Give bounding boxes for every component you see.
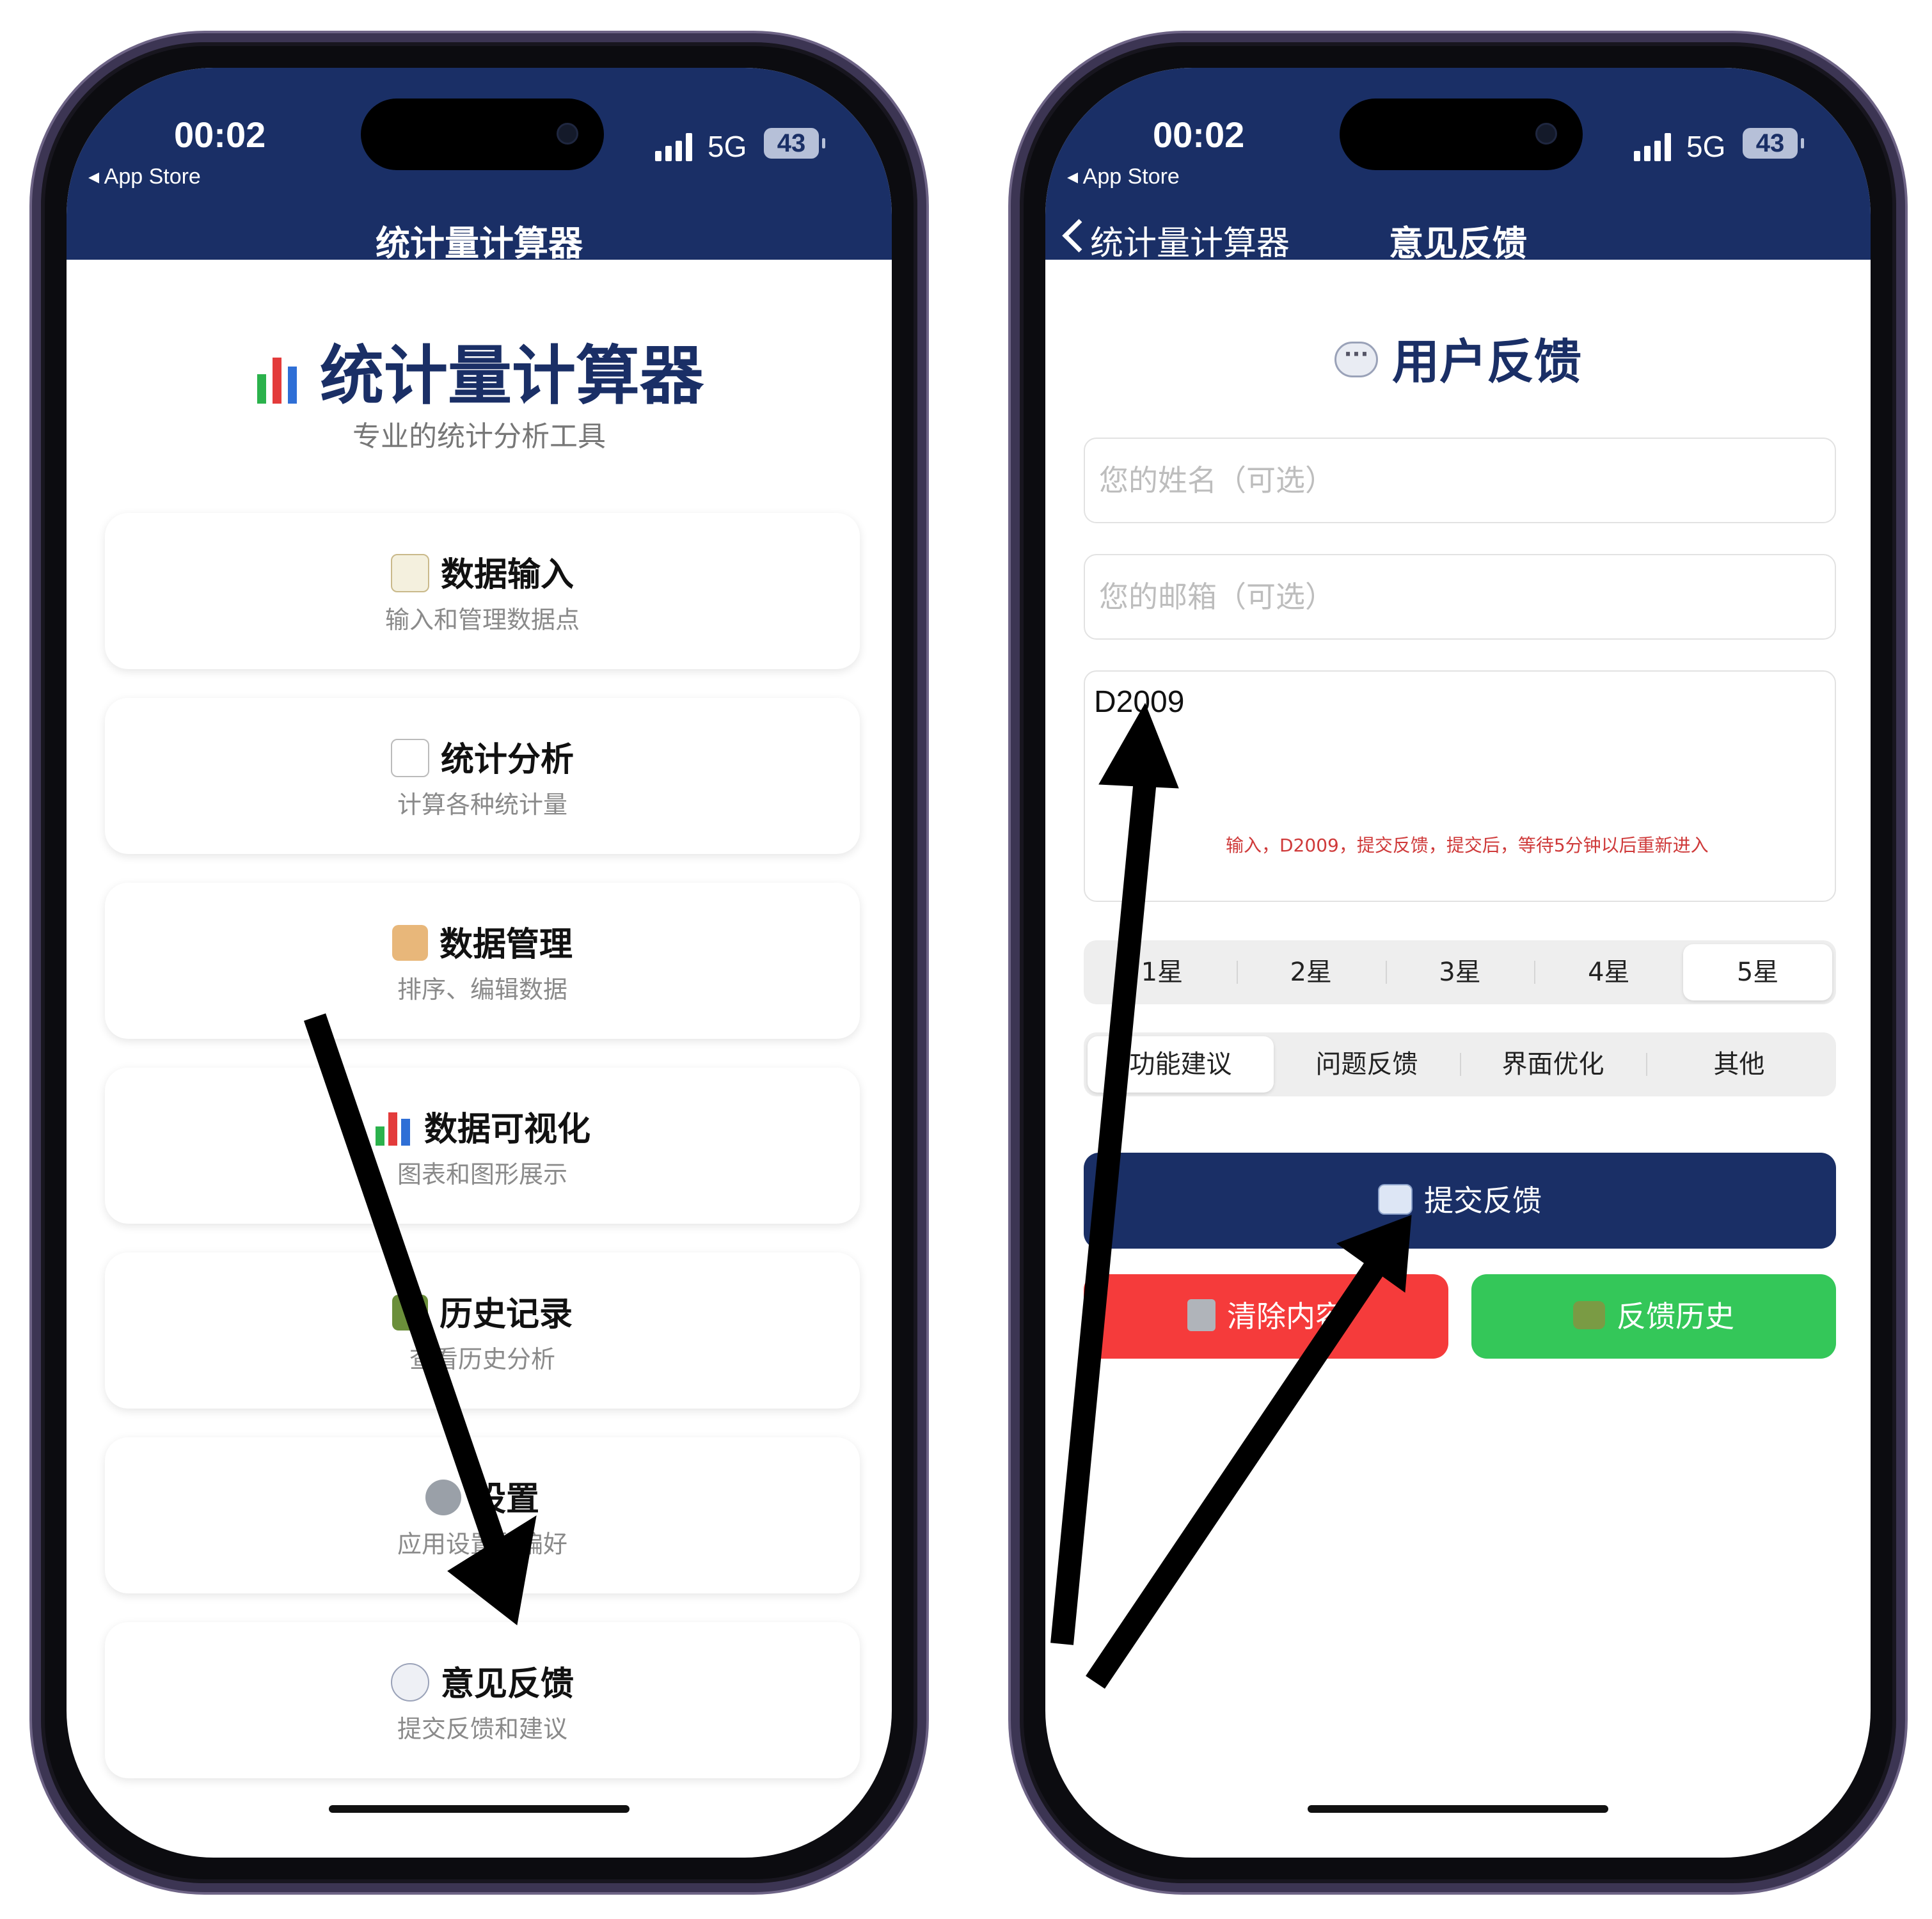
annotation-arrows (303, 702, 1412, 1689)
arrow-to-message-field (1050, 779, 1157, 1645)
arrow-head-icon (1098, 702, 1179, 789)
arrow-to-feedback-menu (303, 1013, 514, 1571)
arrow-to-submit-button (1086, 1260, 1385, 1689)
